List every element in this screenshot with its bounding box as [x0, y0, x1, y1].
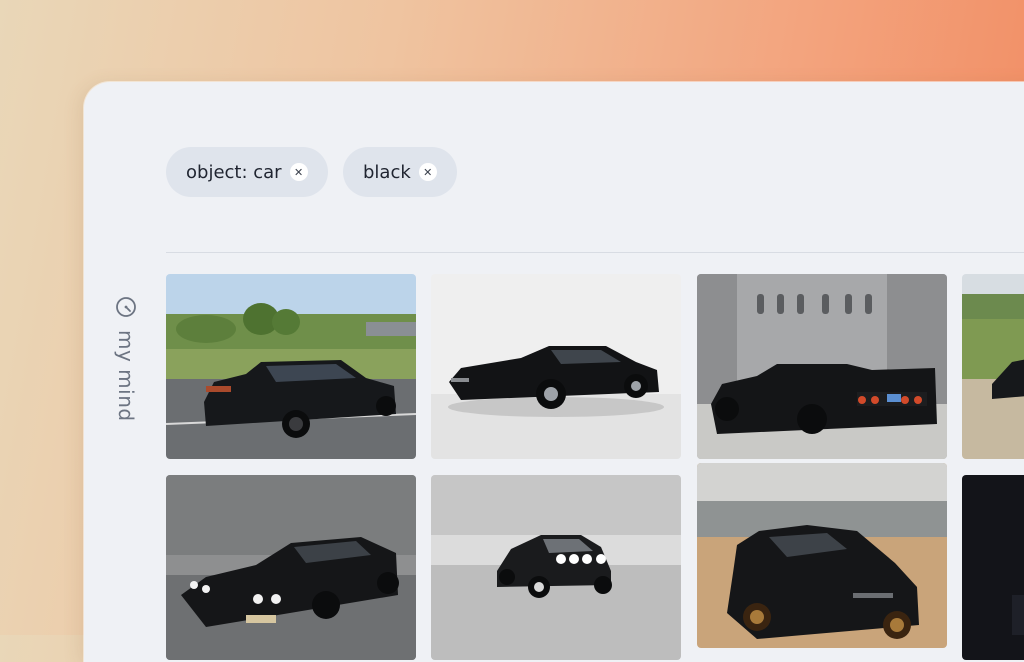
sidebar-my-mind[interactable]: my mind [108, 296, 138, 436]
filter-chip-black[interactable]: black ✕ [343, 147, 457, 197]
sidebar-label-text: my mind [114, 330, 138, 422]
divider [166, 252, 1024, 253]
close-icon[interactable]: ✕ [418, 163, 437, 181]
close-icon[interactable]: ✕ [289, 163, 308, 181]
result-image-nsx[interactable] [697, 463, 947, 648]
filter-chip-object-car[interactable]: object: car ✕ [166, 147, 328, 197]
result-image-ferrari[interactable] [431, 274, 681, 459]
result-image-porsche-rally[interactable] [431, 475, 681, 660]
app-window: object: car ✕ black ✕ my mind [84, 82, 1024, 662]
filter-chip-label: object: car [186, 161, 282, 183]
result-image-bmw[interactable] [166, 274, 416, 459]
filter-chip-label: black [363, 161, 411, 183]
gauge-icon [116, 297, 136, 317]
result-image-partial-dark[interactable] [962, 475, 1024, 660]
result-image-testarossa[interactable] [166, 475, 416, 660]
result-image-ferrari-f40[interactable] [697, 274, 947, 459]
result-image-partial-field[interactable] [962, 274, 1024, 459]
